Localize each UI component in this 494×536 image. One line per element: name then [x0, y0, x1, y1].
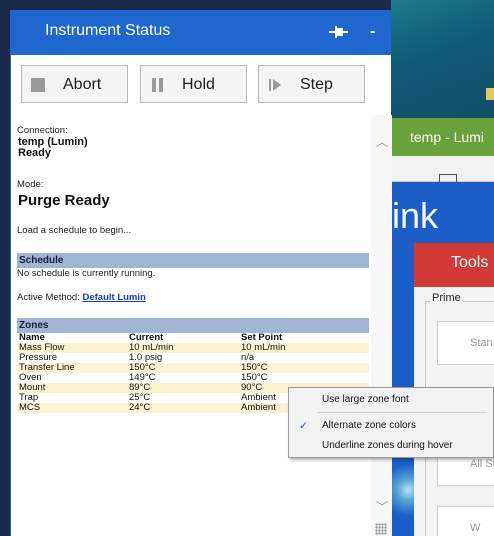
step-button[interactable]: Step [258, 65, 365, 103]
active-method-link[interactable]: Default Lumin [82, 292, 145, 303]
zones-header-row: Name Current Set Point [17, 333, 369, 343]
background-yellow-tile [486, 88, 494, 100]
active-method-label: Active Method: [17, 292, 80, 303]
check-icon: ✓ [299, 420, 309, 432]
stop-icon [31, 78, 45, 92]
hold-label: Hold [182, 76, 215, 93]
abort-button[interactable]: Abort [21, 65, 128, 103]
connection-state: Ready [18, 147, 52, 159]
tools-title: Tools [414, 243, 494, 287]
pin-icon[interactable] [329, 25, 349, 39]
zone-set-point: 10 mL/min [239, 343, 369, 353]
menu-item-label: Alternate zone colors [322, 420, 416, 431]
schedule-message: No schedule is currently running. [17, 268, 156, 279]
load-message: Load a schedule to begin... [17, 225, 132, 236]
status-content: Connection: temp (Lumin) Ready Mode: Pur… [11, 115, 371, 536]
toolbar: Abort Hold Step [11, 55, 392, 115]
vertical-scrollbar[interactable]: ︿ ﹀ [371, 115, 392, 536]
background-heading: ink [392, 195, 439, 236]
zone-row[interactable]: Oven 149°C 150°C [17, 373, 369, 383]
step-label: Step [300, 76, 333, 93]
zone-row[interactable]: Transfer Line 150°C 150°C [17, 363, 369, 373]
schedule-header: Schedule [17, 253, 369, 268]
title-bar: Instrument Status - [11, 10, 391, 55]
resize-grip-icon[interactable] [375, 523, 387, 535]
mode-value: Purge Ready [18, 192, 110, 209]
step-icon [269, 79, 281, 91]
zone-current: 24°C [127, 403, 239, 413]
tools-button-stan[interactable]: Stan [437, 321, 494, 365]
menu-separator [317, 412, 487, 413]
menu-item-label: Use large zone font [322, 394, 409, 405]
hold-button[interactable]: Hold [140, 65, 247, 103]
minimize-button[interactable]: - [370, 23, 375, 41]
context-menu: Use large zone font ✓ Alternate zone col… [288, 387, 494, 458]
menu-item-alternate-zone-colors[interactable]: ✓ Alternate zone colors [289, 416, 493, 436]
zones-header: Zones [17, 318, 369, 333]
scroll-up-icon[interactable]: ︿ [376, 133, 388, 150]
window-title: Instrument Status [45, 22, 171, 39]
abort-label: Abort [63, 76, 102, 93]
tools-button-w[interactable]: W [437, 506, 494, 536]
menu-item-label: Underline zones during hover [322, 440, 453, 451]
active-method: Active Method: Default Lumin [17, 292, 146, 303]
pause-icon [150, 78, 164, 92]
mode-label: Mode: [17, 179, 44, 190]
connection-label: Connection: [17, 125, 68, 136]
background-toolbar-strip [391, 156, 494, 182]
menu-item-underline-zones[interactable]: Underline zones during hover [289, 436, 493, 456]
window-icon [439, 174, 457, 182]
zone-row[interactable]: Mass Flow 10 mL/min 10 mL/min [17, 343, 369, 353]
background-banner [391, 0, 494, 118]
menu-item-large-zone-font[interactable]: Use large zone font [289, 390, 493, 410]
background-tab[interactable]: temp - Lumi [391, 118, 494, 156]
scroll-down-icon[interactable]: ﹀ [376, 498, 388, 515]
zone-name: MCS [17, 403, 127, 413]
prime-label: Prime [430, 292, 463, 304]
